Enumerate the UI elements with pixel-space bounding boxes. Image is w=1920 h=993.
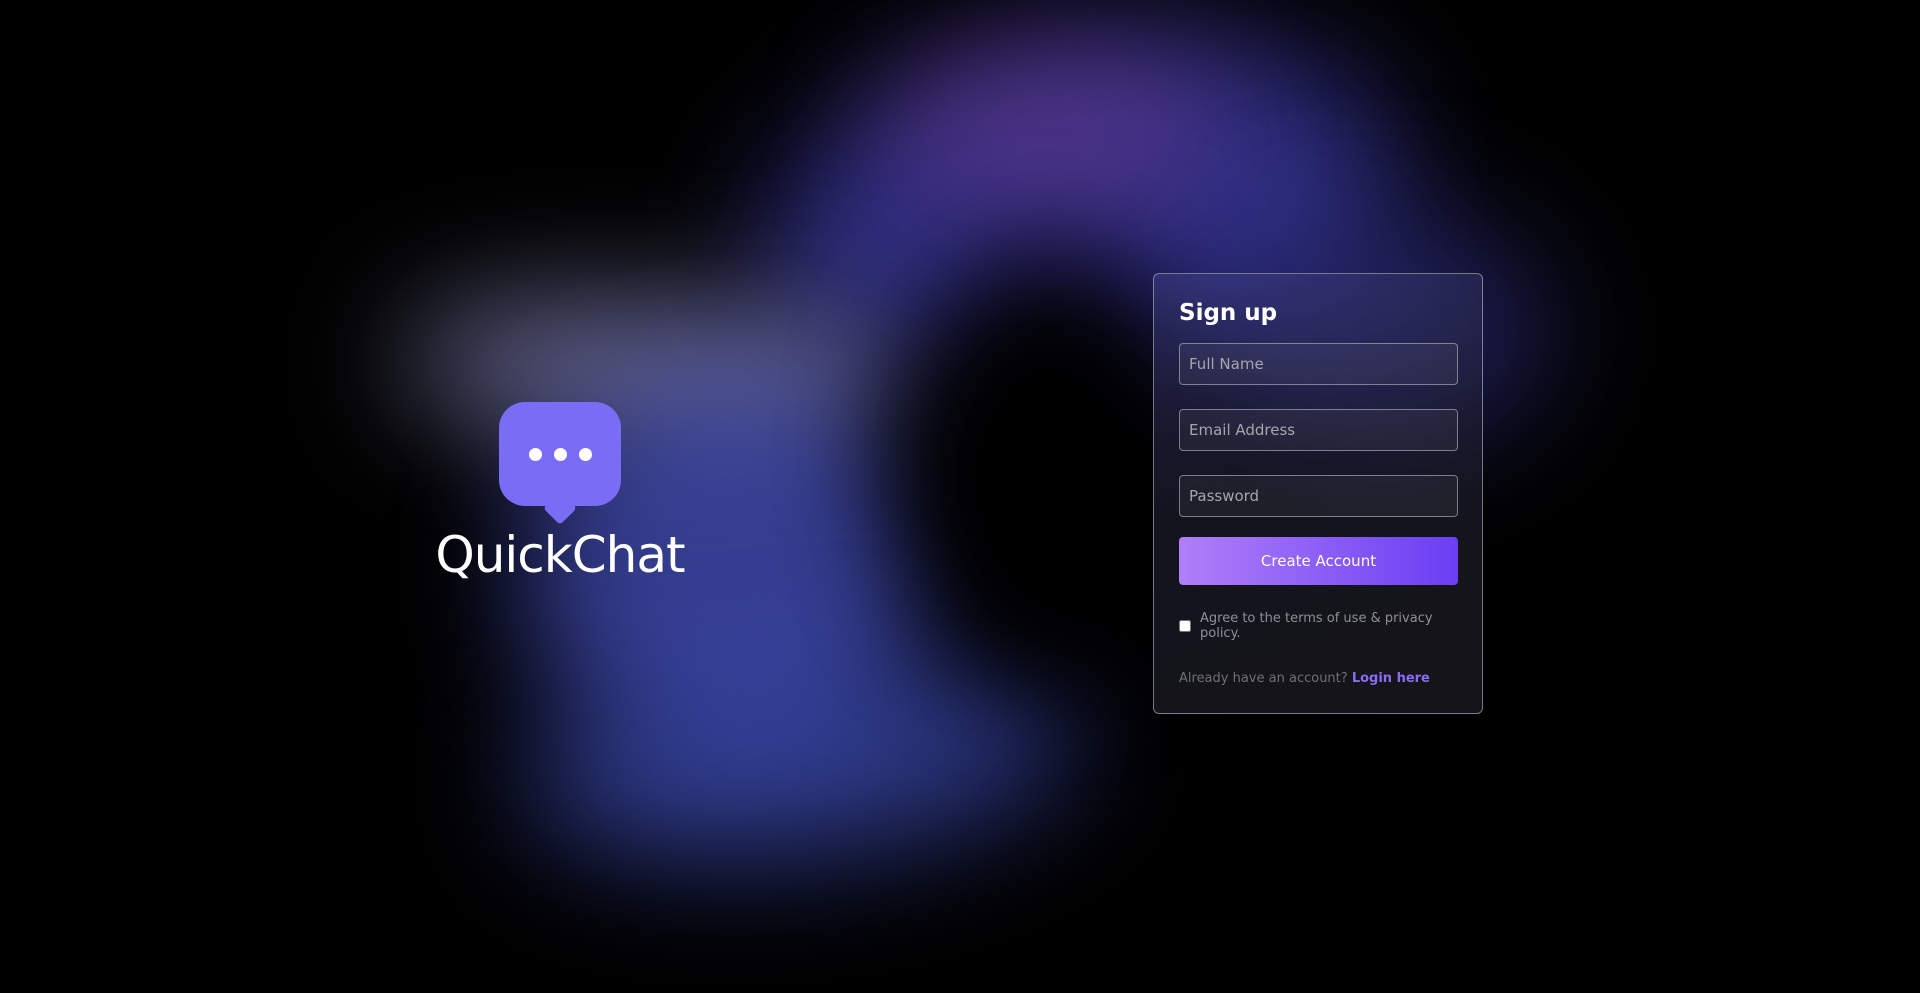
app-name: QuickChat (435, 526, 685, 584)
email-input[interactable] (1179, 409, 1458, 451)
terms-label: Agree to the terms of use & privacy poli… (1200, 611, 1433, 641)
chat-bubble-icon (499, 402, 621, 525)
login-prompt-row: Already have an account? Login here (1179, 671, 1457, 686)
page: QuickChat Sign up Create Account Agree t… (0, 0, 1920, 993)
chat-bubble-tail (543, 491, 577, 525)
terms-row[interactable]: Agree to the terms of use & privacy poli… (1179, 611, 1457, 641)
create-account-button[interactable]: Create Account (1179, 537, 1458, 585)
form-title: Sign up (1179, 300, 1278, 326)
typing-dot (554, 448, 567, 461)
typing-dot (529, 448, 542, 461)
typing-dot (579, 448, 592, 461)
background-glow (511, 631, 1089, 889)
password-input[interactable] (1179, 475, 1458, 517)
brand: QuickChat (400, 402, 720, 584)
full-name-input[interactable] (1179, 343, 1458, 385)
background-glow (880, 50, 1220, 210)
login-prompt: Already have an account? (1179, 671, 1348, 686)
login-link[interactable]: Login here (1352, 671, 1430, 686)
terms-checkbox[interactable] (1179, 620, 1191, 632)
signup-form: Sign up Create Account Agree to the term… (1153, 273, 1483, 714)
